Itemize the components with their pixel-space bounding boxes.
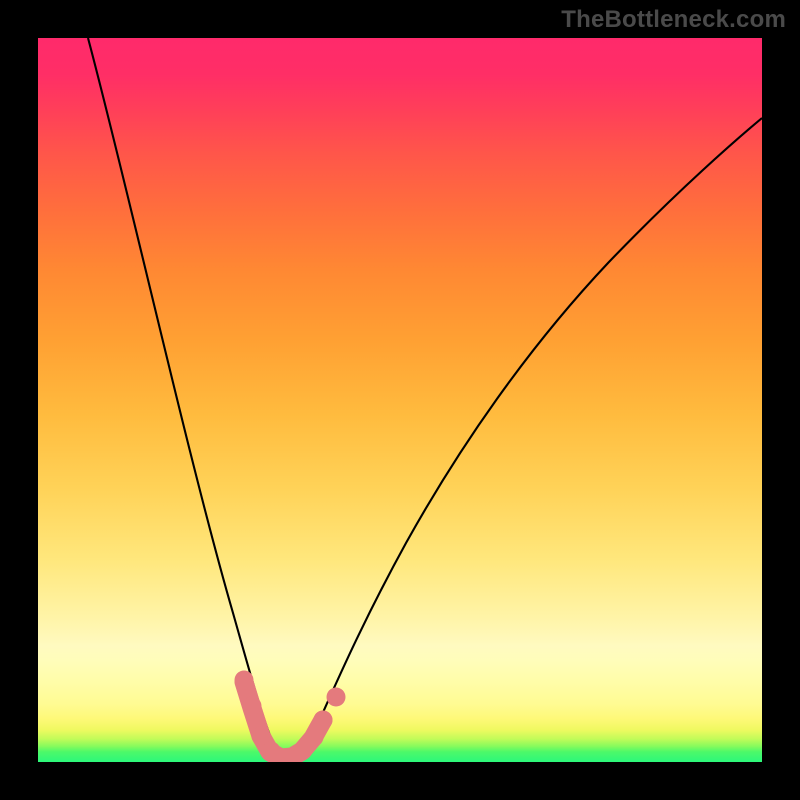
- bottleneck-curve-line: [88, 38, 762, 759]
- highlight-dot: [327, 688, 346, 707]
- highlight-dot: [235, 671, 254, 690]
- highlight-dot: [314, 711, 333, 730]
- highlight-dot: [243, 697, 262, 716]
- outer-frame: TheBottleneck.com: [0, 0, 800, 800]
- curve-svg: [38, 38, 762, 762]
- plot-area: [38, 38, 762, 762]
- highlight-dot: [305, 728, 324, 747]
- watermark-label: TheBottleneck.com: [561, 6, 786, 34]
